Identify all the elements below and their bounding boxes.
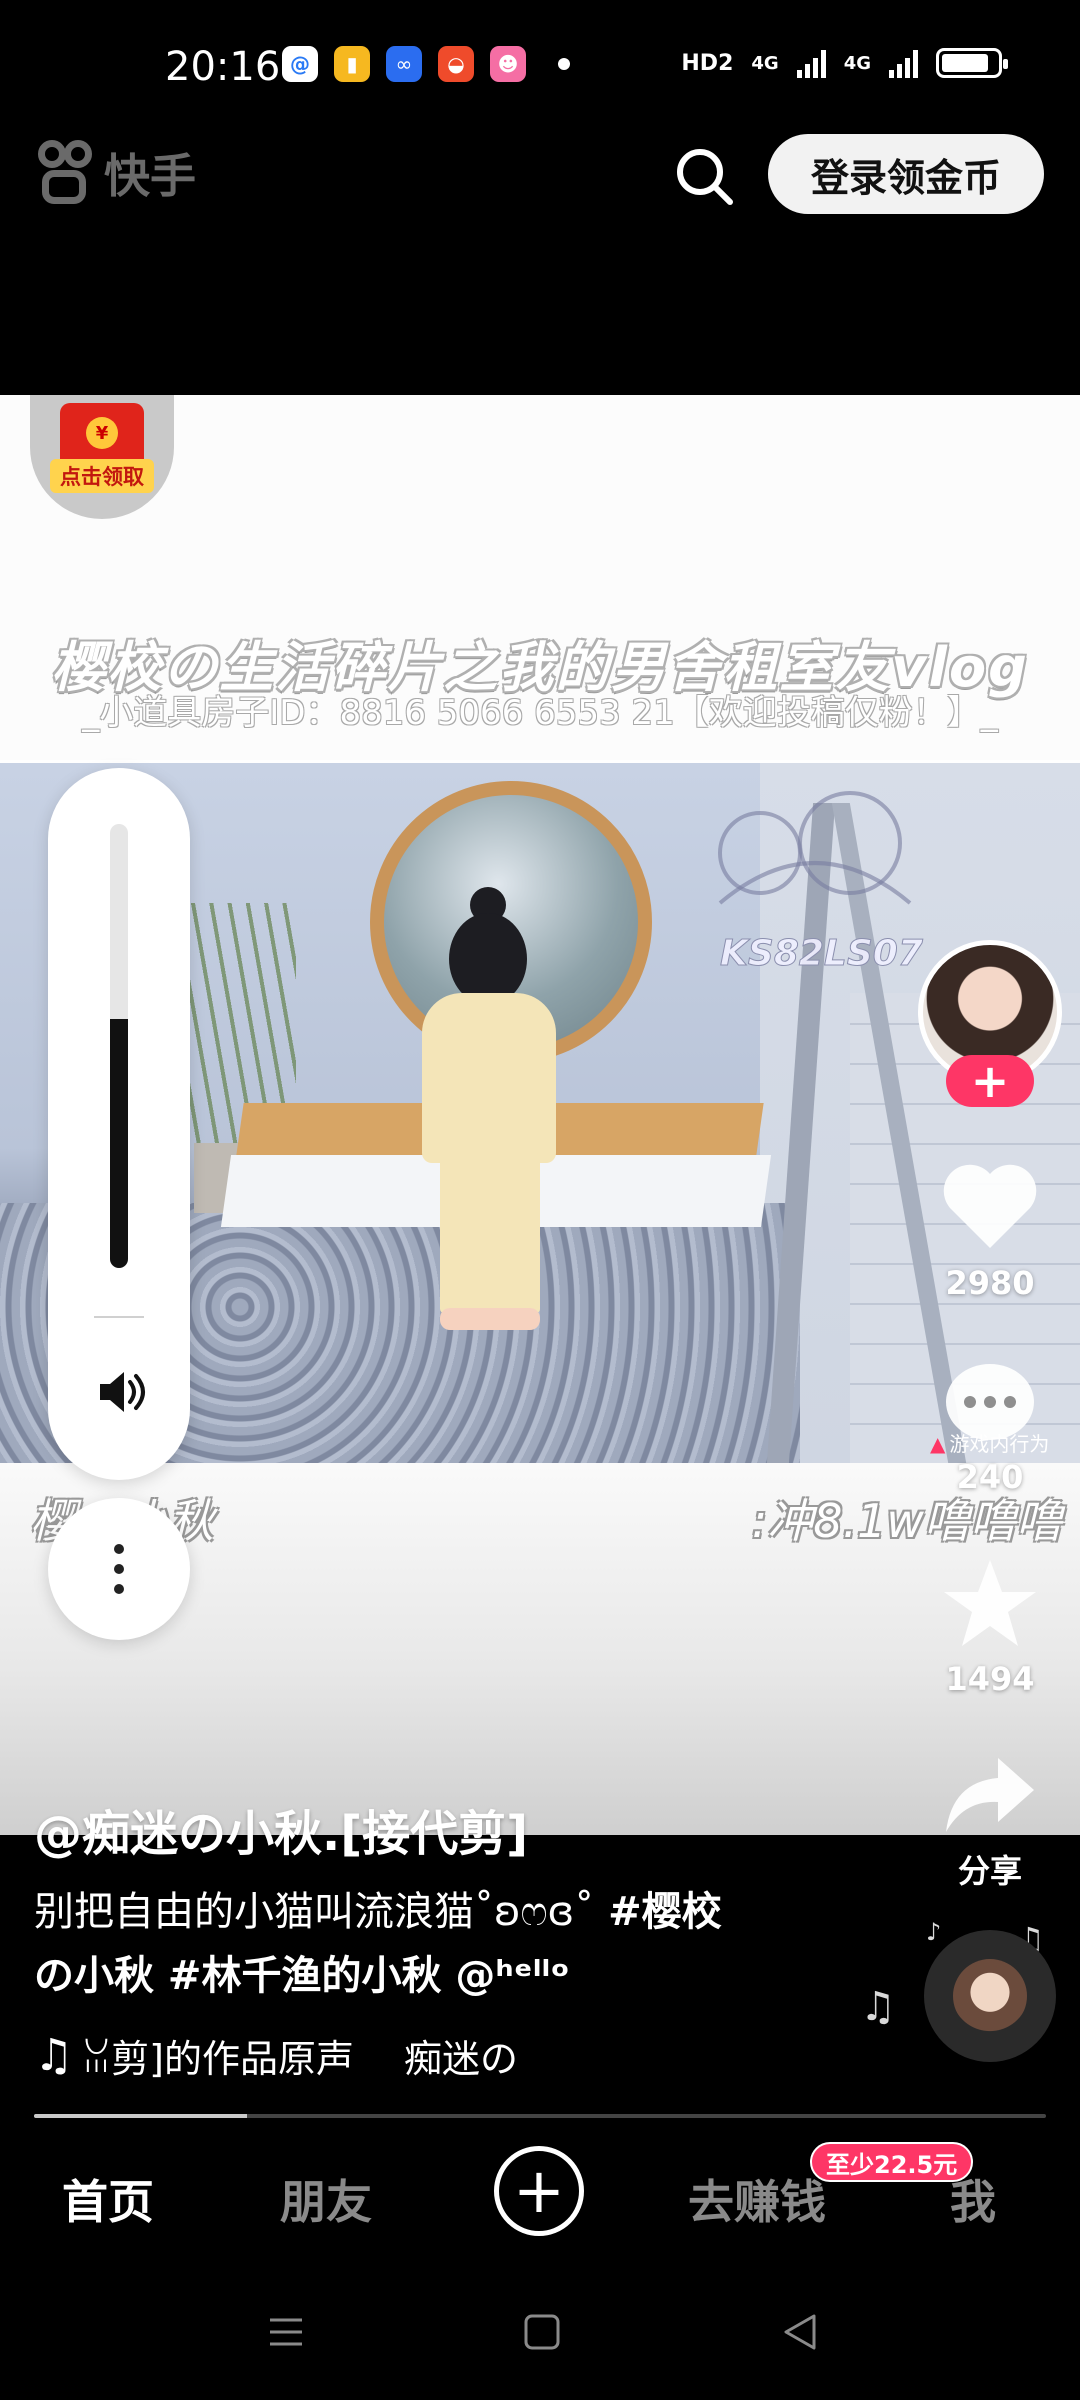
favorite-count: 1494 [945,1660,1035,1698]
share-button[interactable]: 分享 [920,1752,1060,1892]
notification-icons: @ ▮ ∞ ◒ ☻ [282,46,570,82]
video-caption[interactable]: 别把自由的小猫叫流浪猫˚ʚෆɞ˚ #樱校 の小秋 #林千渔的小秋 @ʰᵉˡˡᵒ [34,1880,794,2008]
system-nav-bar [0,2272,1080,2400]
books-icon: ▮ [334,46,370,82]
tab-friends[interactable]: 朋友 [280,2166,372,2232]
video-subtitle-overlay: _小道具房子ID：8816 5066 6553 21【欢迎投稿仅粉！】_ [82,693,998,733]
speaker-icon[interactable] [92,1364,148,1420]
status-time: 20:16 [165,44,281,90]
hd-label: HD2 [681,50,734,76]
volume-level [110,1019,128,1268]
follow-button[interactable]: + [946,1055,1034,1107]
status-bar: 20:16 @ ▮ ∞ ◒ ☻ HD2 4G 4G [0,0,1080,130]
app-header: 快手 登录领金币 [0,130,1080,395]
favorite-button[interactable]: 1494 [920,1556,1060,1698]
app-logo: 快手 [36,140,196,206]
like-count: 2980 [945,1264,1035,1302]
system-indicators: HD2 4G 4G [681,48,1008,78]
music-info[interactable]: ♫ ꈍ剪]的作品原声 痴迷の [34,2028,574,2083]
kuaishou-logo-icon [36,140,94,206]
home-square-icon[interactable] [522,2312,562,2352]
chat-icon: ☻ [490,46,526,82]
search-button[interactable] [672,144,736,208]
music-title: ꈍ剪]的作品原声 痴迷の [81,2037,519,2081]
caption-line-1: 别把自由的小猫叫流浪猫˚ʚෆɞ˚ [34,1889,595,1935]
creator-watermark: KS82LS07 [700,783,940,983]
volume-track[interactable] [110,824,128,1268]
share-label: 分享 [957,1852,1022,1890]
network-label-2: 4G [843,52,871,74]
tab-home[interactable]: 首页 [62,2166,154,2232]
heart-icon [943,1164,1037,1248]
signal-icon [796,48,826,78]
more-notifications-dot [558,58,570,70]
create-button[interactable]: + [494,2146,584,2236]
report-flag[interactable]: 游戏内行为 [930,1428,1049,1457]
author-name[interactable]: @痴迷の小秋.[接代剪] [34,1794,528,1864]
hashtag[interactable]: #樱校 [594,1889,722,1935]
tab-me[interactable]: 我 [950,2166,996,2232]
tab-earn[interactable]: 去赚钱 [688,2166,826,2232]
music-note-icon: ♪ [926,1918,942,1946]
more-dot-icon [114,1584,124,1594]
music-note-icon: ♫ [34,2030,74,2081]
comment-count: 240 [956,1458,1024,1496]
qq-browser-icon: @ [282,46,318,82]
network-label-1: 4G [751,52,779,74]
scene-character [414,887,564,1343]
more-dot-icon [114,1564,124,1574]
game-icon: ◒ [438,46,474,82]
coin-icon: ¥ [86,417,118,449]
search-icon [677,149,733,205]
bottom-tab-bar: 首页 朋友 + 去赚钱 至少22.5元 我 [0,2122,1080,2272]
login-button[interactable]: 登录领金币 [768,134,1044,214]
caption-line-2[interactable]: の小秋 #林千渔的小秋 @ʰᵉˡˡᵒ [34,1953,570,1999]
more-dot-icon [114,1544,124,1554]
menu-icon[interactable] [266,2312,306,2352]
signal-icon-2 [889,48,918,78]
battery-icon [936,48,1008,78]
back-icon[interactable] [780,2312,820,2352]
divider [94,1316,144,1318]
more-options-button[interactable] [48,1498,190,1640]
link-icon: ∞ [386,46,422,82]
star-icon [944,1560,1036,1646]
red-packet-label: 点击领取 [50,459,154,493]
music-disc[interactable] [924,1930,1056,2062]
watermark-logo-icon [718,791,912,905]
like-button[interactable]: 2980 [920,1160,1060,1302]
earn-badge: 至少22.5元 [810,2142,974,2182]
video-progress-bar[interactable] [34,2114,1046,2118]
logo-text: 快手 [104,149,196,203]
music-note-icon: ♫ [860,1984,896,2030]
share-arrow-icon [946,1758,1034,1832]
music-cover-image [953,1959,1027,2033]
watermark-id: KS82LS07 [720,933,924,975]
volume-slider[interactable] [48,768,190,1480]
